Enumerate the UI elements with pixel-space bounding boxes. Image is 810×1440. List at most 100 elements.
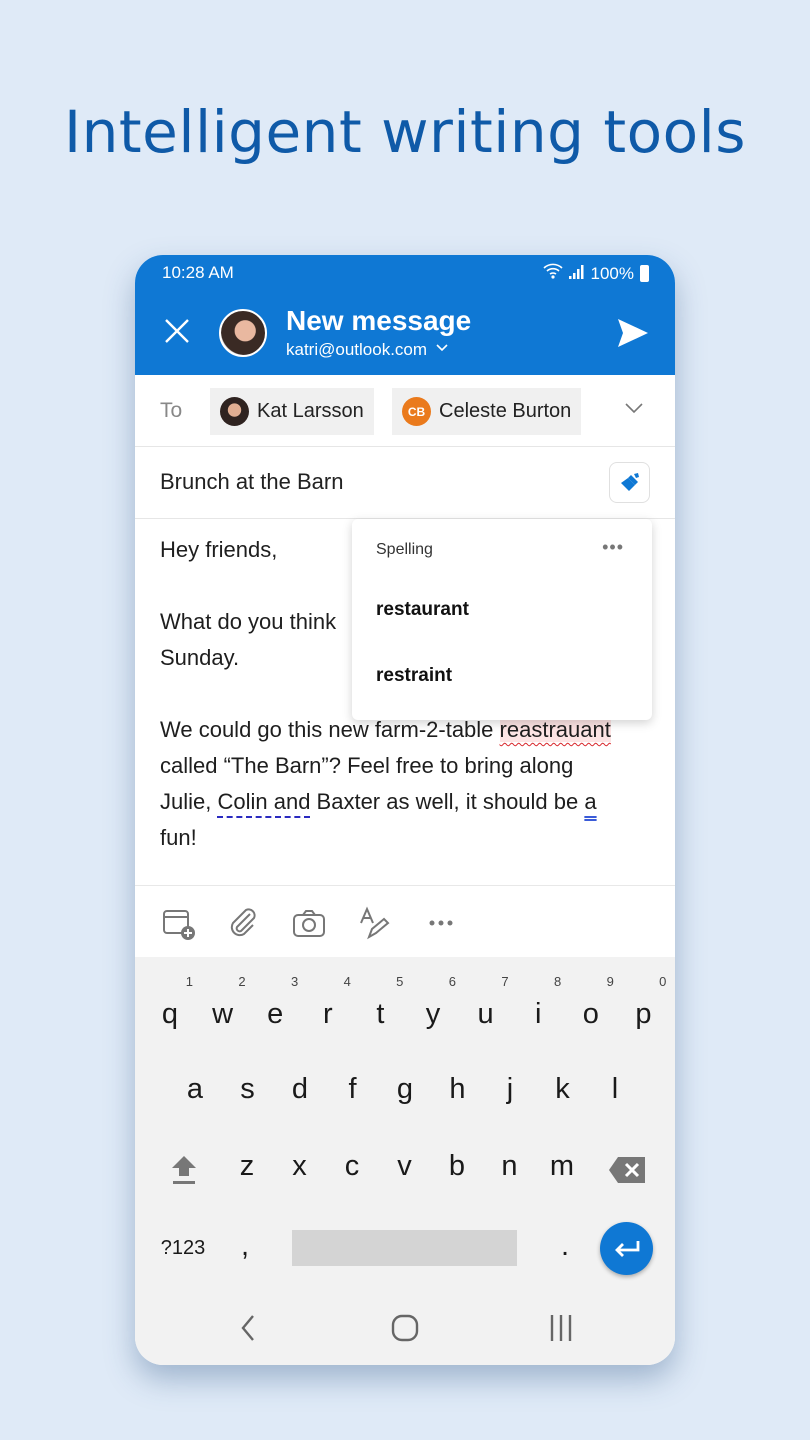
key-label: s: [240, 1073, 255, 1105]
battery-icon: [640, 265, 649, 282]
period-key[interactable]: .: [538, 1230, 592, 1263]
shift-key-icon[interactable]: [169, 1154, 199, 1186]
close-icon: [165, 319, 189, 343]
key-w[interactable]: w2: [196, 974, 250, 1031]
account-email: katri@outlook.com: [286, 340, 428, 359]
key-number-hint: 5: [396, 974, 404, 989]
key-number-hint: 8: [553, 974, 562, 989]
status-time: 10:28 AM: [162, 263, 234, 282]
redundancy-suggestion[interactable]: a: [584, 789, 596, 814]
spelling-popup: Spelling ••• restaurant restraint: [352, 519, 652, 720]
key-b[interactable]: b: [430, 1150, 484, 1183]
key-h[interactable]: h: [431, 1073, 485, 1106]
comma-key[interactable]: ,: [218, 1230, 272, 1263]
body-line: We could go this new farm-2-table reastr…: [160, 717, 611, 743]
key-v[interactable]: v: [378, 1150, 432, 1183]
subject-field[interactable]: Brunch at the Barn: [135, 447, 675, 519]
recents-nav-icon[interactable]: [543, 1310, 579, 1346]
key-c[interactable]: c: [325, 1150, 379, 1183]
expand-recipients-chevron-icon[interactable]: [625, 399, 643, 417]
body-line: called “The Barn”? Feel free to bring al…: [160, 753, 574, 778]
recipient-chip[interactable]: CB Celeste Burton: [392, 388, 582, 435]
attach-icon[interactable]: [226, 906, 260, 940]
key-p[interactable]: p0: [616, 974, 670, 1031]
key-label: y: [425, 998, 441, 1030]
key-d[interactable]: d: [273, 1073, 327, 1106]
key-label: e: [267, 998, 284, 1030]
misspelled-word[interactable]: reastrauant: [499, 717, 611, 742]
suggestion-item[interactable]: restaurant: [376, 599, 469, 621]
to-label: To: [160, 399, 183, 422]
key-x[interactable]: x: [273, 1150, 327, 1183]
key-label: o: [582, 998, 599, 1030]
send-icon: [618, 319, 648, 347]
keyboard-row-3: z x c v b nm: [135, 1150, 675, 1200]
avatar: [220, 397, 249, 426]
key-e[interactable]: e3: [248, 974, 302, 1031]
key-label: t: [376, 998, 385, 1030]
key-y[interactable]: y6: [406, 974, 460, 1031]
subject-text: Brunch at the Barn: [160, 469, 344, 494]
grammar-suggestion[interactable]: Colin and: [217, 789, 310, 814]
account-avatar[interactable]: [219, 309, 267, 357]
key-r[interactable]: r4: [301, 974, 355, 1031]
key-n[interactable]: n: [483, 1150, 537, 1183]
backspace-key-icon[interactable]: [608, 1156, 646, 1184]
page-title: New message: [286, 305, 472, 336]
home-nav-icon[interactable]: [387, 1310, 423, 1346]
space-bar[interactable]: [292, 1230, 517, 1266]
key-label: j: [506, 1073, 514, 1105]
key-q[interactable]: q1: [143, 974, 197, 1031]
suggestion-item[interactable]: restraint: [376, 665, 452, 687]
app-bar: 10:28 AM 100% New message katri@outlook.…: [135, 255, 675, 375]
to-field[interactable]: To Kat Larsson CB Celeste Burton: [135, 375, 675, 447]
recipient-chip[interactable]: Kat Larsson: [210, 388, 374, 435]
key-label: h: [449, 1073, 466, 1105]
avatar-initials: CB: [402, 397, 431, 426]
key-g[interactable]: g: [378, 1073, 432, 1106]
compose-toolbar: [135, 885, 675, 957]
back-nav-icon[interactable]: [231, 1310, 267, 1346]
key-f[interactable]: f: [326, 1073, 380, 1106]
body-line: Sunday.: [160, 645, 240, 670]
close-button[interactable]: [163, 317, 191, 350]
account-selector[interactable]: katri@outlook.com: [286, 340, 449, 360]
enter-key[interactable]: [600, 1222, 653, 1275]
key-u[interactable]: u7: [459, 974, 513, 1031]
key-label: m: [549, 1150, 575, 1182]
symbols-key[interactable]: ?123: [153, 1237, 213, 1260]
key-number-hint: 9: [606, 974, 614, 989]
key-m[interactable]: m: [535, 1150, 589, 1183]
key-label: k: [555, 1073, 570, 1105]
key-number-hint: 7: [501, 974, 509, 989]
key-a[interactable]: a: [168, 1073, 222, 1106]
body-line: Julie, Colin and Baxter as well, it shou…: [160, 789, 597, 815]
key-s[interactable]: s: [221, 1073, 275, 1106]
key-t[interactable]: t5: [353, 974, 407, 1031]
key-number-hint: 0: [659, 974, 667, 989]
key-j[interactable]: j: [483, 1073, 537, 1106]
more-options-icon[interactable]: •••: [602, 537, 624, 558]
key-k[interactable]: k: [536, 1073, 590, 1106]
signal-icon: [568, 264, 585, 284]
key-z[interactable]: z: [220, 1150, 274, 1183]
key-i[interactable]: i8: [511, 974, 565, 1031]
send-button[interactable]: [615, 315, 651, 351]
wifi-icon: [542, 263, 563, 284]
body-text: Julie,: [160, 789, 218, 814]
body-line: Hey friends,: [160, 537, 278, 562]
calendar-add-icon[interactable]: [161, 906, 195, 940]
key-l[interactable]: l: [588, 1073, 642, 1106]
key-label: v: [397, 1150, 412, 1182]
camera-icon[interactable]: [292, 906, 326, 940]
keyboard-row-2: as dfgh j kl: [135, 1073, 675, 1123]
format-text-icon[interactable]: [357, 906, 391, 940]
editor-button[interactable]: [609, 462, 650, 503]
key-label: w: [212, 998, 234, 1030]
key-label: d: [291, 1073, 309, 1105]
more-icon[interactable]: [424, 906, 458, 940]
enter-icon: [614, 1240, 639, 1257]
key-o[interactable]: o9: [564, 974, 618, 1031]
key-label: u: [477, 998, 494, 1030]
key-number-hint: 2: [238, 974, 246, 989]
